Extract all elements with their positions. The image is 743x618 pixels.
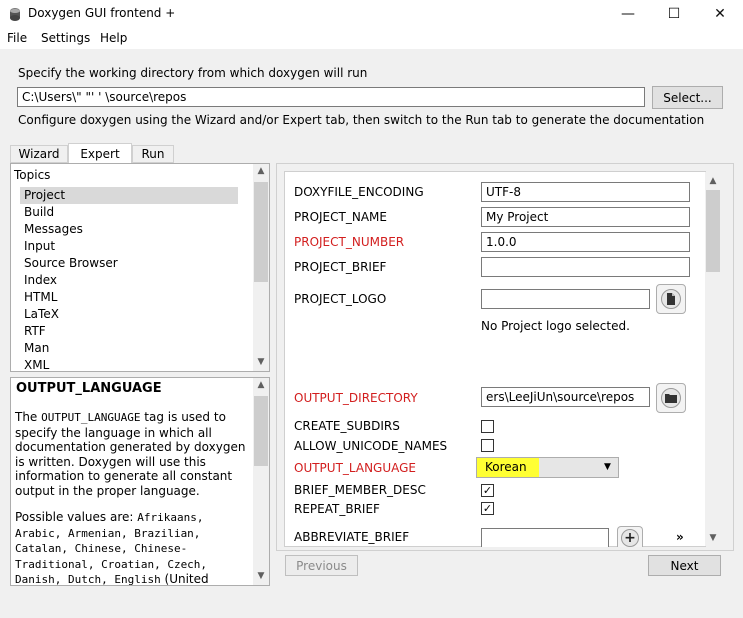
topic-item-rtf[interactable]: RTF: [24, 323, 242, 340]
tab-run[interactable]: Run: [132, 145, 174, 163]
topic-item-messages[interactable]: Messages: [24, 221, 242, 238]
label-abbreviate-brief: ABBREVIATE_BRIEF: [294, 530, 410, 544]
project-logo-status: No Project logo selected.: [481, 319, 630, 333]
file-icon: [661, 289, 681, 309]
output-directory-input[interactable]: ers\LeeJiUn\source\repos: [481, 387, 650, 407]
label-brief-member-desc: BRIEF_MEMBER_DESC: [294, 483, 426, 497]
scroll-down-icon[interactable]: ▼: [705, 533, 721, 543]
folder-icon: [661, 388, 681, 408]
create-subdirs-checkbox[interactable]: [481, 420, 494, 433]
settings-scroll-thumb[interactable]: [706, 190, 720, 272]
topic-item-project[interactable]: Project: [20, 187, 238, 204]
menu-file[interactable]: File: [7, 31, 27, 45]
browse-output-dir-button[interactable]: [656, 383, 686, 413]
tab-wizard[interactable]: Wizard: [10, 145, 68, 163]
close-icon[interactable]: ✕: [697, 0, 743, 28]
label-project-brief: PROJECT_BRIEF: [294, 260, 387, 274]
label-doxyfile-encoding: DOXYFILE_ENCODING: [294, 185, 424, 199]
label-repeat-brief: REPEAT_BRIEF: [294, 502, 380, 516]
workdir-input[interactable]: C:\Users\" "' ' \source\repos: [17, 87, 645, 107]
minimize-icon[interactable]: —: [605, 0, 651, 28]
scroll-down-icon[interactable]: ▼: [253, 357, 269, 367]
topics-header: Topics: [14, 168, 51, 182]
help-text: (United: [160, 572, 209, 586]
output-language-value: Korean: [485, 460, 527, 474]
topic-item-input[interactable]: Input: [24, 238, 242, 255]
chevron-down-icon: ▼: [604, 462, 611, 472]
next-button[interactable]: Next: [648, 555, 721, 576]
previous-button[interactable]: Previous: [285, 555, 358, 576]
label-allow-unicode-names: ALLOW_UNICODE_NAMES: [294, 439, 448, 453]
browse-logo-button[interactable]: [656, 284, 686, 314]
topic-item-html[interactable]: HTML: [24, 289, 242, 306]
label-output-directory: OUTPUT_DIRECTORY: [294, 391, 418, 405]
workdir-prompt: Specify the working directory from which…: [18, 66, 368, 80]
topic-item-latex[interactable]: LaTeX: [24, 306, 242, 323]
help-scroll-thumb[interactable]: [254, 396, 268, 466]
help-text: Possible values are:: [15, 510, 138, 524]
scroll-up-icon[interactable]: ▲: [253, 380, 269, 390]
tab-expert[interactable]: Expert: [68, 143, 132, 164]
label-project-number: PROJECT_NUMBER: [294, 235, 405, 249]
window-title: Doxygen GUI frontend +: [28, 6, 176, 20]
scroll-down-icon[interactable]: ▼: [253, 571, 269, 581]
menu-help[interactable]: Help: [100, 31, 127, 45]
menu-settings[interactable]: Settings: [41, 31, 90, 45]
topic-item-man[interactable]: Man: [24, 340, 242, 357]
more-options-icon[interactable]: »: [676, 530, 684, 544]
maximize-icon[interactable]: ☐: [651, 0, 697, 28]
topic-item-index[interactable]: Index: [24, 272, 242, 289]
topics-scroll-thumb[interactable]: [254, 182, 268, 282]
label-create-subdirs: CREATE_SUBDIRS: [294, 419, 400, 433]
abbreviate-brief-input[interactable]: [481, 528, 609, 547]
doxyfile-encoding-input[interactable]: UTF-8: [481, 182, 690, 202]
topic-item-source-browser[interactable]: Source Browser: [24, 255, 242, 272]
topic-item-xml[interactable]: XML: [24, 357, 242, 374]
repeat-brief-checkbox[interactable]: ✓: [481, 502, 494, 515]
brief-member-desc-checkbox[interactable]: ✓: [481, 484, 494, 497]
select-dir-button[interactable]: Select...: [652, 86, 723, 109]
help-code: OUTPUT_LANGUAGE: [41, 411, 141, 424]
instructions-text: Configure doxygen using the Wizard and/o…: [18, 113, 705, 127]
help-body: The OUTPUT_LANGUAGE tag is used to speci…: [15, 410, 253, 588]
project-name-input[interactable]: My Project: [481, 207, 690, 227]
project-number-input[interactable]: 1.0.0: [481, 232, 690, 252]
label-project-name: PROJECT_NAME: [294, 210, 387, 224]
help-title: OUTPUT_LANGUAGE: [16, 381, 162, 396]
label-project-logo: PROJECT_LOGO: [294, 292, 387, 306]
label-output-language: OUTPUT_LANGUAGE: [294, 461, 417, 475]
scroll-up-icon[interactable]: ▲: [253, 166, 269, 176]
project-brief-input[interactable]: [481, 257, 690, 277]
project-logo-input[interactable]: [481, 289, 650, 309]
plus-icon: +: [621, 529, 639, 547]
topic-item-build[interactable]: Build: [24, 204, 242, 221]
help-text: The: [15, 410, 42, 424]
doxygen-app-icon: [7, 6, 23, 22]
scroll-up-icon[interactable]: ▲: [705, 176, 721, 186]
allow-unicode-names-checkbox[interactable]: [481, 439, 494, 452]
